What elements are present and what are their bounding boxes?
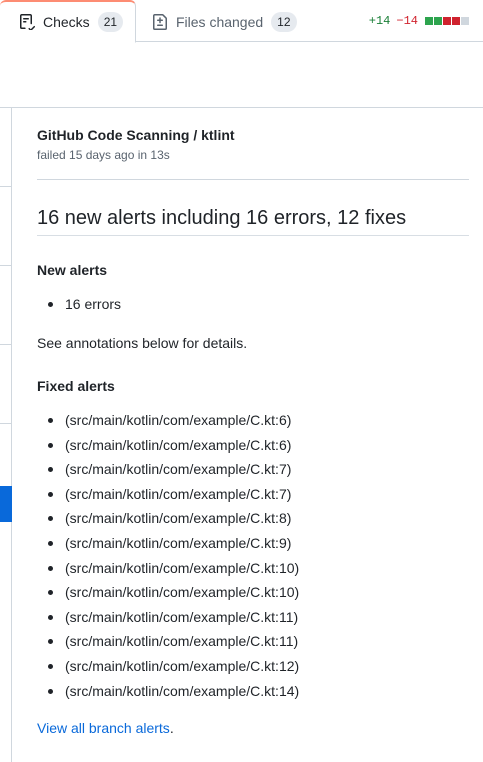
fixed-alerts-list: (src/main/kotlin/com/example/C.kt:6) (sr… bbox=[37, 408, 299, 703]
tab-checks-counter: 21 bbox=[97, 12, 124, 32]
diffstat-block bbox=[434, 17, 442, 25]
details-text: See annotations below for details. bbox=[37, 335, 248, 351]
list-item: (src/main/kotlin/com/example/C.kt:6) bbox=[37, 408, 299, 433]
divider bbox=[37, 235, 469, 236]
list-item: (src/main/kotlin/com/example/C.kt:12) bbox=[37, 654, 299, 679]
sidebar-divider bbox=[0, 344, 12, 345]
view-all-suffix: . bbox=[169, 720, 174, 736]
sidebar-divider bbox=[0, 423, 12, 424]
summary-heading: 16 new alerts including 16 errors, 12 fi… bbox=[37, 207, 407, 229]
diffstat-block bbox=[443, 17, 451, 25]
check-title: GitHub Code Scanning / ktlint bbox=[37, 127, 235, 143]
list-item: (src/main/kotlin/com/example/C.kt:10) bbox=[37, 556, 299, 581]
new-alerts-heading: New alerts bbox=[37, 262, 108, 278]
sidebar-divider bbox=[0, 265, 12, 266]
list-item: (src/main/kotlin/com/example/C.kt:11) bbox=[37, 629, 299, 654]
view-all-branch-alerts-link[interactable]: View all branch alerts bbox=[37, 720, 170, 736]
tab-checks[interactable]: Checks 21 bbox=[0, 0, 136, 43]
fixed-alerts-heading: Fixed alerts bbox=[37, 378, 115, 394]
tab-files-counter: 12 bbox=[271, 11, 297, 32]
tab-checks-label: Checks bbox=[43, 14, 90, 30]
list-item: (src/main/kotlin/com/example/C.kt:7) bbox=[37, 457, 299, 482]
tab-files-changed[interactable]: Files changed 12 bbox=[152, 0, 297, 43]
list-item: (src/main/kotlin/com/example/C.kt:10) bbox=[37, 580, 299, 605]
diffstat: +14 −14 bbox=[369, 14, 469, 28]
view-all-line: View all branch alerts. bbox=[37, 720, 174, 736]
tab-bar: Checks 21 Files changed 12 +14 −14 bbox=[0, 0, 483, 43]
checks-sidebar-rail bbox=[0, 107, 12, 762]
file-diff-icon bbox=[152, 13, 168, 30]
tab-files-label: Files changed bbox=[176, 13, 264, 30]
sidebar-divider bbox=[0, 186, 12, 187]
new-alerts-list: 16 errors bbox=[37, 292, 121, 317]
diffstat-deletions: −14 bbox=[396, 14, 418, 28]
list-item: 16 errors bbox=[37, 292, 121, 317]
diffstat-additions: +14 bbox=[368, 14, 391, 28]
list-item: (src/main/kotlin/com/example/C.kt:9) bbox=[37, 531, 299, 556]
list-item: (src/main/kotlin/com/example/C.kt:11) bbox=[37, 605, 299, 630]
content-top-divider bbox=[0, 107, 483, 108]
divider bbox=[37, 179, 469, 180]
diffstat-block bbox=[452, 17, 460, 25]
list-item: (src/main/kotlin/com/example/C.kt:7) bbox=[37, 482, 299, 507]
check-subtitle: failed 15 days ago in 13s bbox=[37, 148, 170, 162]
diffstat-block bbox=[425, 17, 433, 25]
diffstat-block bbox=[461, 17, 469, 25]
sidebar-item-active[interactable] bbox=[0, 486, 12, 522]
list-item: (src/main/kotlin/com/example/C.kt:14) bbox=[37, 679, 299, 704]
list-item: (src/main/kotlin/com/example/C.kt:8) bbox=[37, 506, 299, 531]
list-item: (src/main/kotlin/com/example/C.kt:6) bbox=[37, 433, 299, 458]
checklist-icon bbox=[19, 14, 35, 30]
